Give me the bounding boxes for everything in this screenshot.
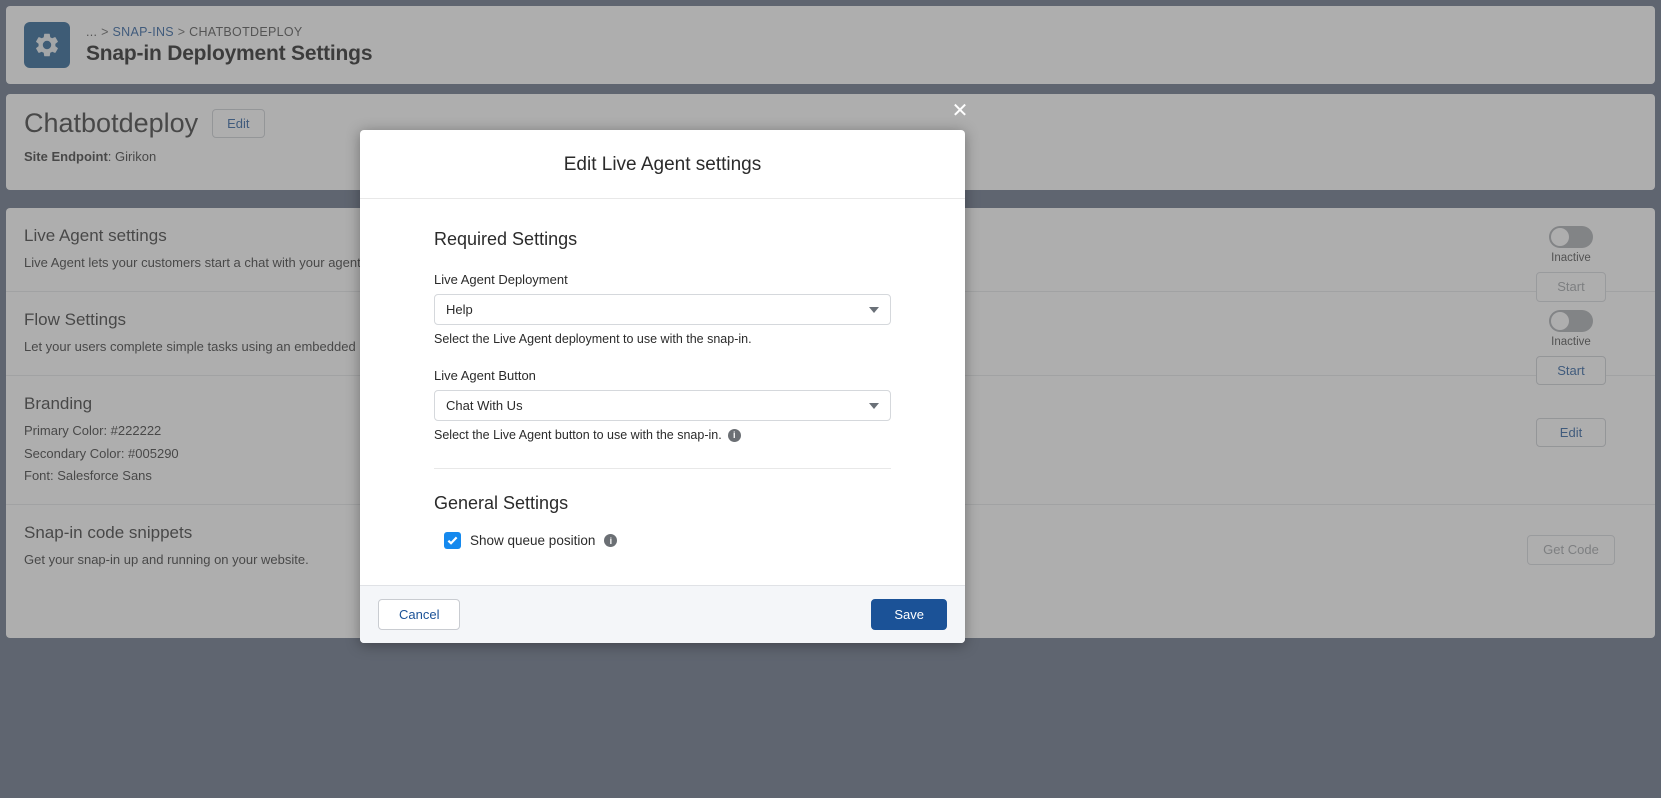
show-queue-position-label: Show queue position [470,533,596,548]
live-agent-deployment-hint: Select the Live Agent deployment to use … [434,332,891,346]
modal-title: Edit Live Agent settings [563,154,762,175]
live-agent-deployment-value: Help [446,302,473,317]
live-agent-button-select[interactable]: Chat With Us [434,390,891,421]
required-settings-heading: Required Settings [434,229,578,249]
cancel-button[interactable]: Cancel [378,599,461,630]
live-agent-button-field: Live Agent Button Chat With Us Select th… [434,368,891,442]
modal-header: Edit Live Agent settings [360,130,965,199]
live-agent-deployment-label: Live Agent Deployment [434,272,568,287]
live-agent-button-hint: Select the Live Agent button to use with… [434,428,891,442]
live-agent-deployment-field: Live Agent Deployment Help Select the Li… [434,272,891,346]
hint-text: Select the Live Agent button to use with… [434,428,722,442]
info-icon[interactable]: i [604,534,618,547]
live-agent-button-label: Live Agent Button [434,368,536,383]
live-agent-deployment-select[interactable]: Help [434,294,891,325]
modal-footer: Cancel Save [360,585,965,643]
show-queue-position-checkbox[interactable] [444,532,461,549]
general-settings-heading: General Settings [434,493,569,513]
chevron-down-icon [869,306,879,313]
show-queue-position-row: Show queue position i [434,532,891,549]
chevron-down-icon [869,402,879,409]
info-icon[interactable]: i [727,428,741,442]
hint-text: Select the Live Agent deployment to use … [434,332,752,346]
live-agent-button-value: Chat With Us [446,398,523,413]
modal-body: Required Settings Live Agent Deployment … [360,199,965,585]
save-button[interactable]: Save [871,599,947,630]
edit-live-agent-settings-modal: ✕ Edit Live Agent settings Required Sett… [360,101,968,643]
close-icon[interactable]: ✕ [947,98,973,124]
section-divider [434,468,891,469]
